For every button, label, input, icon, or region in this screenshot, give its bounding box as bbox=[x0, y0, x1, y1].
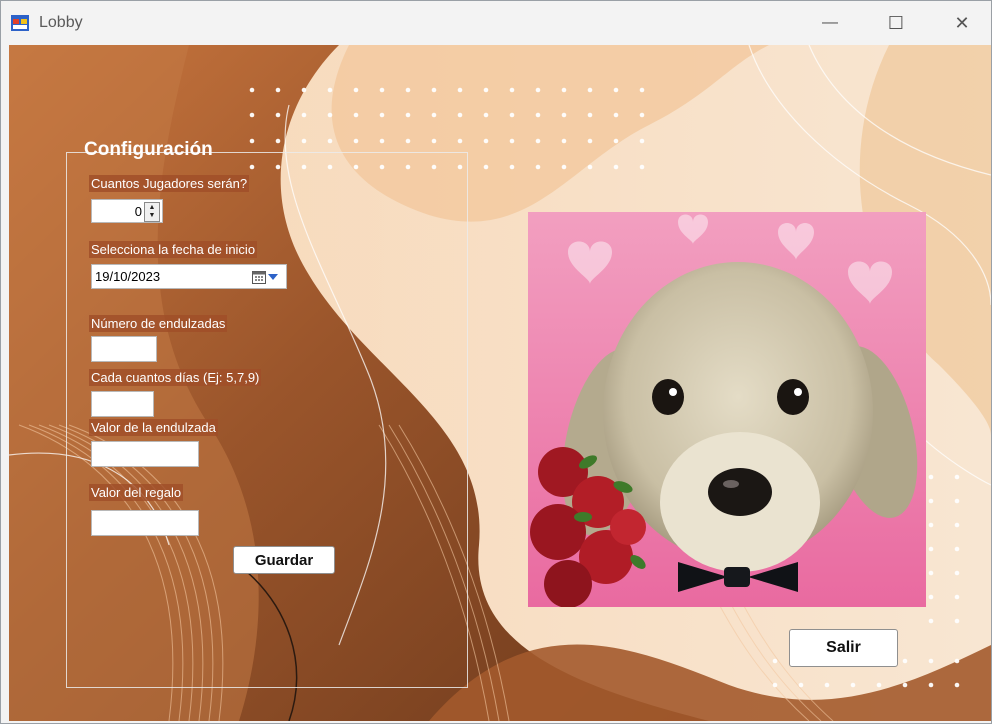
sweetening-value-label: Valor de la endulzada bbox=[89, 419, 218, 436]
title-bar: Lobby — ☐ ✕ bbox=[1, 1, 991, 45]
spin-down-icon[interactable]: ▼ bbox=[149, 212, 156, 220]
close-icon: ✕ bbox=[954, 12, 970, 33]
calendar-icon bbox=[252, 271, 266, 284]
puppy-picture bbox=[528, 212, 926, 607]
close-button[interactable]: ✕ bbox=[939, 1, 985, 45]
main-window: Lobby — ☐ ✕ Configuración Cuantos Jugado… bbox=[0, 0, 992, 724]
window-title: Lobby bbox=[39, 14, 83, 31]
chevron-down-icon bbox=[268, 274, 278, 280]
spin-up-icon[interactable]: ▲ bbox=[149, 204, 156, 212]
sweetenings-label: Número de endulzadas bbox=[89, 315, 228, 332]
spinner-arrows[interactable]: ▲ ▼ bbox=[144, 202, 160, 222]
form-client-area: Configuración Cuantos Jugadores serán? 0… bbox=[9, 45, 991, 721]
minimize-button[interactable]: — bbox=[807, 1, 853, 45]
maximize-icon: ☐ bbox=[887, 12, 905, 33]
save-button[interactable]: Guardar bbox=[233, 546, 335, 574]
every-days-label: Cada cuantos días (Ej: 5,7,9) bbox=[89, 369, 262, 386]
start-date-value: 19/10/2023 bbox=[95, 269, 161, 284]
calendar-dropdown-button[interactable] bbox=[252, 269, 282, 285]
app-icon bbox=[11, 15, 29, 31]
config-group-title: Configuración bbox=[84, 139, 213, 160]
every-days-field[interactable] bbox=[91, 391, 154, 417]
exit-button[interactable]: Salir bbox=[789, 629, 898, 667]
puppy-illustration bbox=[528, 212, 926, 607]
start-date-label: Selecciona la fecha de inicio bbox=[89, 241, 258, 258]
players-value: 0 bbox=[134, 204, 142, 219]
gift-value-field[interactable] bbox=[91, 510, 199, 536]
minimize-icon: — bbox=[822, 14, 838, 31]
start-date-picker[interactable]: 19/10/2023 bbox=[91, 264, 287, 289]
gift-value-label: Valor del regalo bbox=[89, 484, 184, 501]
sweetening-value-field[interactable] bbox=[91, 441, 199, 467]
players-label: Cuantos Jugadores serán? bbox=[89, 175, 250, 192]
sweetenings-field[interactable] bbox=[91, 336, 157, 362]
players-spinner[interactable]: 0 ▲ ▼ bbox=[91, 199, 163, 223]
maximize-button[interactable]: ☐ bbox=[873, 1, 919, 45]
